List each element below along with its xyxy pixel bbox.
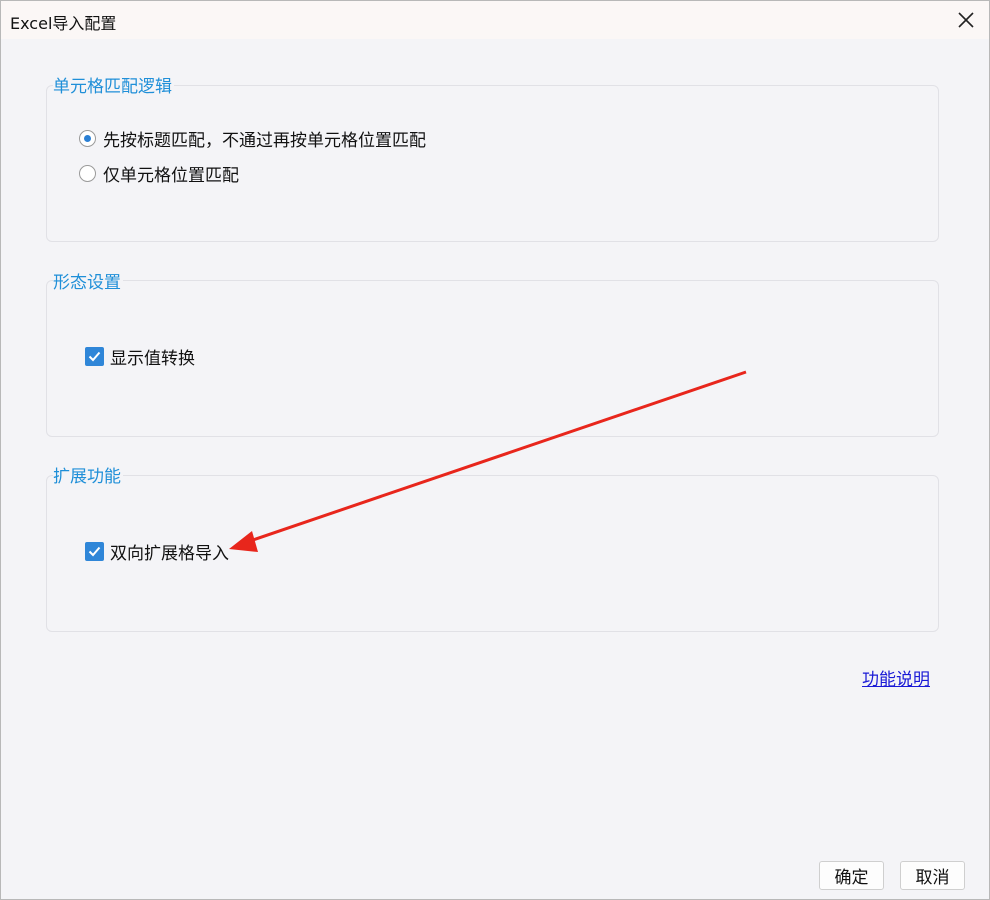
bidirectional-import-checkbox[interactable] bbox=[85, 542, 104, 561]
checkmark-icon bbox=[88, 546, 101, 557]
display-value-convert-checkbox[interactable] bbox=[85, 347, 104, 366]
radio-position-only[interactable]: 仅单元格位置匹配 bbox=[79, 161, 239, 186]
extensions-group-title: 扩展功能 bbox=[53, 462, 123, 487]
close-button[interactable] bbox=[949, 3, 983, 37]
excel-import-config-dialog: Excel导入配置 单元格匹配逻辑 先按标题匹配，不通过再按单元格位置匹配 仅单… bbox=[0, 0, 990, 900]
radio-button[interactable] bbox=[79, 165, 96, 182]
checkbox-label: 显示值转换 bbox=[110, 349, 195, 369]
radio-title-then-position[interactable]: 先按标题匹配，不通过再按单元格位置匹配 bbox=[79, 126, 426, 151]
checkbox-label: 双向扩展格导入 bbox=[110, 544, 229, 564]
cancel-button[interactable]: 取消 bbox=[900, 861, 965, 890]
dialog-title: Excel导入配置 bbox=[10, 14, 117, 33]
close-icon bbox=[958, 12, 974, 28]
radio-label: 仅单元格位置匹配 bbox=[103, 166, 239, 186]
checkmark-icon bbox=[88, 351, 101, 362]
bidirectional-import-checkbox-row[interactable]: 双向扩展格导入 bbox=[85, 539, 229, 564]
radio-button-selected[interactable] bbox=[79, 130, 96, 147]
form-settings-group-title: 形态设置 bbox=[53, 268, 123, 293]
help-link[interactable]: 功能说明 bbox=[862, 665, 930, 690]
radio-label: 先按标题匹配，不通过再按单元格位置匹配 bbox=[103, 131, 426, 151]
title-bar: Excel导入配置 bbox=[1, 1, 989, 39]
ok-button[interactable]: 确定 bbox=[819, 861, 884, 890]
display-value-convert-checkbox-row[interactable]: 显示值转换 bbox=[85, 344, 195, 369]
cell-match-group-title: 单元格匹配逻辑 bbox=[53, 72, 174, 97]
